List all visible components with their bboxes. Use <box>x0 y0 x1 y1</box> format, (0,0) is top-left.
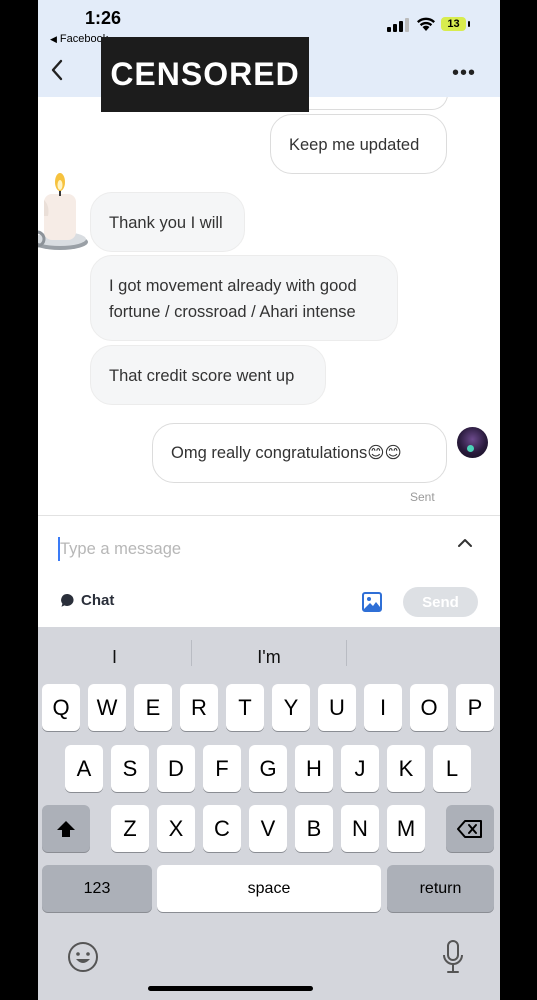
send-button[interactable]: Send <box>403 587 478 617</box>
suggestion-item[interactable] <box>347 642 500 672</box>
home-indicator <box>148 986 313 991</box>
keyboard: I I'm Q W E R T Y U I O P A S D F G H J … <box>38 627 500 1000</box>
signal-icon <box>387 18 409 32</box>
key[interactable]: H <box>295 745 333 792</box>
key[interactable]: C <box>203 805 241 852</box>
key[interactable]: G <box>249 745 287 792</box>
shift-icon <box>57 820 75 837</box>
chevron-left-icon <box>51 59 63 81</box>
key[interactable]: V <box>249 805 287 852</box>
expand-composer-button[interactable] <box>454 532 476 554</box>
microphone-icon[interactable] <box>442 939 464 975</box>
key[interactable]: Y <box>272 684 310 731</box>
emoji-icon[interactable] <box>66 940 100 974</box>
key[interactable]: W <box>88 684 126 731</box>
key[interactable]: X <box>157 805 195 852</box>
back-button[interactable] <box>46 56 68 84</box>
key[interactable]: R <box>180 684 218 731</box>
key[interactable]: Q <box>42 684 80 731</box>
more-options-button[interactable]: ••• <box>452 63 476 83</box>
message-bubble-incoming[interactable]: I got movement already with good fortune… <box>90 255 398 341</box>
message-composer: Chat Send <box>38 515 500 628</box>
message-bubble-incoming[interactable]: Thank you I will <box>90 192 245 252</box>
phone-screen: 1:26 ◀ Facebook 13 ••• CENSORED Keep me u… <box>38 0 500 1000</box>
key[interactable]: E <box>134 684 172 731</box>
conversation-thread: Keep me updated Thank you I will I got m… <box>38 97 500 515</box>
message-status: Sent <box>410 490 435 504</box>
chat-tab-label: Chat <box>81 592 115 609</box>
candle-sticker <box>38 173 88 250</box>
message-text: Omg really congratulations😊😊 <box>171 444 402 462</box>
key[interactable]: Z <box>111 805 149 852</box>
user-avatar <box>457 427 488 458</box>
key[interactable]: O <box>410 684 448 731</box>
chat-bubble-icon <box>61 593 74 607</box>
key[interactable]: J <box>341 745 379 792</box>
suggestion-item[interactable]: I <box>38 642 191 672</box>
shift-key[interactable] <box>42 805 90 852</box>
battery-indicator: 13 <box>441 17 470 31</box>
message-bubble-outgoing[interactable]: Keep me updated <box>270 114 447 174</box>
message-bubble-incoming[interactable]: That credit score went up <box>90 345 326 405</box>
backspace-icon <box>457 819 482 838</box>
key[interactable]: B <box>295 805 333 852</box>
return-key[interactable]: return <box>387 865 494 912</box>
key[interactable]: D <box>157 745 195 792</box>
key[interactable]: N <box>341 805 379 852</box>
message-input[interactable] <box>60 538 420 560</box>
key[interactable]: T <box>226 684 264 731</box>
status-time: 1:26 <box>85 8 122 28</box>
censored-contact-name: CENSORED <box>101 37 309 112</box>
chevron-up-icon <box>458 539 472 547</box>
delete-key[interactable] <box>446 805 494 852</box>
back-triangle-icon: ◀ <box>50 34 57 44</box>
back-to-app-link[interactable]: ◀ Facebook <box>50 33 108 45</box>
key[interactable]: S <box>111 745 149 792</box>
key[interactable]: M <box>387 805 425 852</box>
message-bubble-outgoing[interactable]: Omg really congratulations😊😊 <box>152 423 447 483</box>
message-text: Keep me updated <box>289 136 420 154</box>
image-icon[interactable] <box>361 591 383 613</box>
key[interactable]: I <box>364 684 402 731</box>
suggestion-item[interactable]: I'm <box>192 642 346 672</box>
chat-tab[interactable]: Chat <box>60 592 114 609</box>
key[interactable]: U <box>318 684 356 731</box>
wifi-icon <box>417 17 435 31</box>
key[interactable]: L <box>433 745 471 792</box>
message-text: Thank you I will <box>109 214 223 232</box>
space-key[interactable]: space <box>157 865 381 912</box>
key[interactable]: F <box>203 745 241 792</box>
numbers-key[interactable]: 123 <box>42 865 152 912</box>
key[interactable]: P <box>456 684 494 731</box>
message-text: That credit score went up <box>109 367 295 385</box>
key[interactable]: A <box>65 745 103 792</box>
key[interactable]: K <box>387 745 425 792</box>
message-text: I got movement already with good fortune… <box>109 277 357 321</box>
